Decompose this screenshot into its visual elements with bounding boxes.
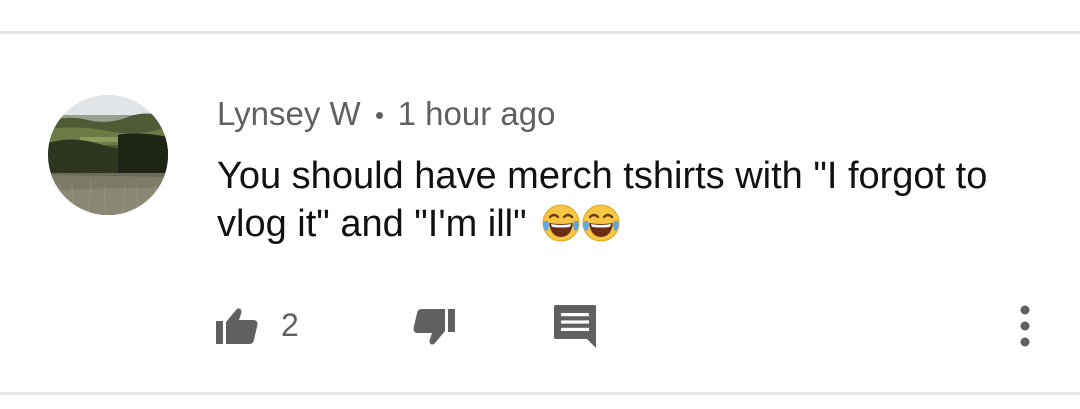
reply-comment-icon [554,305,596,348]
comment-actions: 2 [0,296,1080,356]
thumbs-up-icon [216,308,258,344]
thumbs-down-icon [413,309,455,345]
face-with-tears-of-joy-icon [582,204,620,242]
avatar[interactable] [48,95,168,215]
author-name[interactable]: Lynsey W [217,95,361,133]
separator-dot [375,111,383,119]
bottom-divider [0,392,1080,395]
more-vert-icon [1020,305,1030,347]
dislike-button[interactable] [408,304,456,352]
like-button[interactable]: 2 [215,301,299,349]
reply-button[interactable] [553,302,597,350]
comment-timestamp[interactable]: 1 hour ago [398,95,556,133]
comment-text: You should have merch tshirts with "I fo… [217,152,1047,248]
comment-meta: Lynsey W 1 hour ago [217,94,555,134]
face-with-tears-of-joy-icon [542,204,580,242]
comment-item: Lynsey W 1 hour ago You should have merc… [0,34,1080,392]
like-count: 2 [281,306,299,343]
more-options-button[interactable] [1009,298,1041,354]
avatar-landscape-image [48,95,168,215]
